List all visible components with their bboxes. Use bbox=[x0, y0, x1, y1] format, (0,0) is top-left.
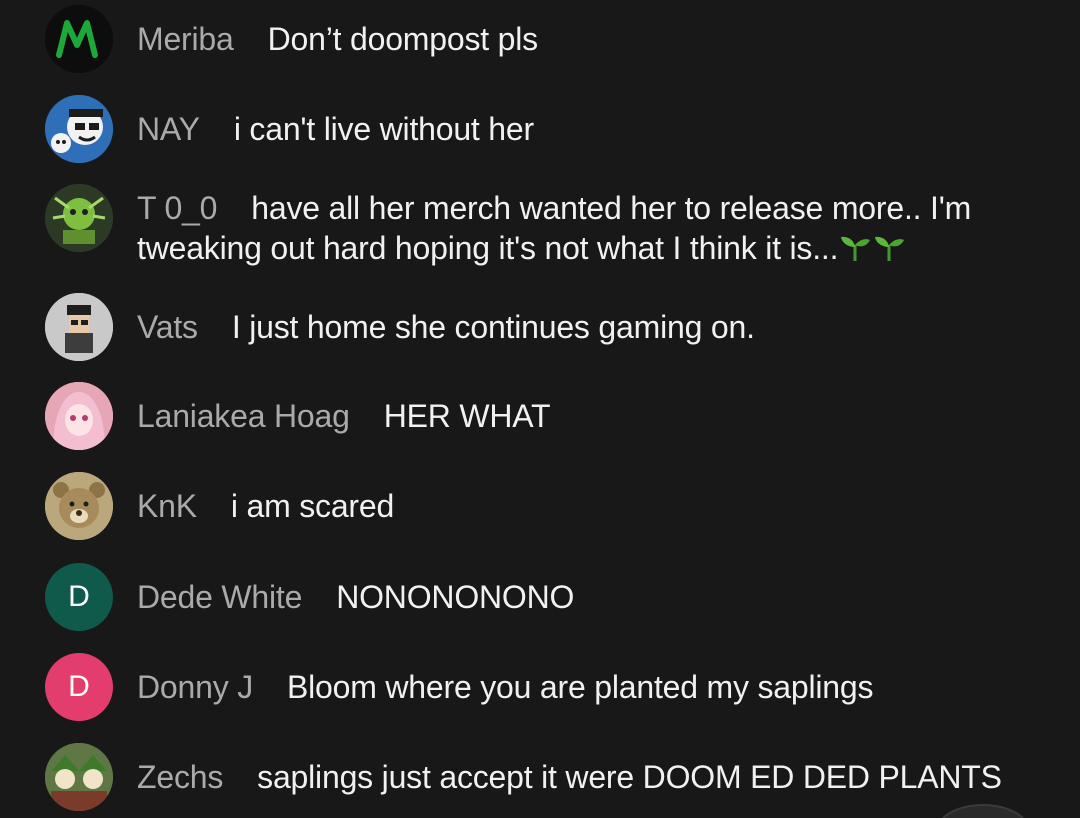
message-body: Bloom where you are planted my saplings bbox=[287, 669, 874, 705]
author-name[interactable]: KnK bbox=[137, 488, 197, 524]
author-name[interactable]: NAY bbox=[137, 111, 200, 147]
sprout-icon bbox=[872, 229, 906, 263]
message-body: Don’t doompost pls bbox=[267, 21, 539, 57]
author-name[interactable]: Zechs bbox=[137, 759, 223, 795]
pixel-character-icon bbox=[45, 293, 113, 361]
author-name[interactable]: Donny J bbox=[137, 669, 253, 705]
message-body: i can't live without her bbox=[233, 111, 534, 147]
author-name[interactable]: Laniakea Hoag bbox=[137, 398, 350, 434]
cartoon-face-icon bbox=[45, 95, 113, 163]
author-name[interactable]: Dede White bbox=[137, 579, 302, 615]
message-text: Laniakea Hoag HER WHAT bbox=[137, 396, 1040, 436]
live-chat-list: Meriba Don’t doompost pls NAY i can't live… bbox=[0, 0, 1080, 818]
scroll-to-bottom-button[interactable] bbox=[936, 804, 1030, 818]
message-text: Vats I just home she continues gaming on. bbox=[137, 307, 1040, 347]
message-body: I just home she continues gaming on. bbox=[231, 309, 755, 345]
sprout-icon bbox=[838, 229, 872, 263]
message-body: i am scared bbox=[230, 488, 395, 524]
avatar[interactable] bbox=[45, 5, 113, 73]
avatar[interactable] bbox=[45, 184, 113, 252]
author-name[interactable]: Vats bbox=[137, 309, 198, 345]
message-body: NONONONONO bbox=[336, 579, 575, 615]
message-text: Meriba Don’t doompost pls bbox=[137, 19, 1040, 59]
author-name[interactable]: T 0_0 bbox=[137, 190, 217, 226]
avatar[interactable] bbox=[45, 472, 113, 540]
anime-girl-pink-icon bbox=[45, 382, 113, 450]
green-creature-icon bbox=[45, 184, 113, 252]
avatar-letter: D bbox=[68, 670, 90, 703]
message-text: Zechs saplings just accept it were DOOM E… bbox=[137, 757, 1040, 797]
message-text: Donny J Bloom where you are planted my sa… bbox=[137, 667, 1040, 707]
avatar-letter: D bbox=[68, 580, 90, 613]
avatar[interactable] bbox=[45, 382, 113, 450]
avatar[interactable]: D bbox=[45, 653, 113, 721]
avatar[interactable] bbox=[45, 293, 113, 361]
green-hat-characters-icon bbox=[45, 743, 113, 811]
message-text: T 0_0 have all her merch wanted her to re… bbox=[137, 188, 1040, 268]
message-text: NAY i can't live without her bbox=[137, 109, 1040, 149]
avatar[interactable]: D bbox=[45, 563, 113, 631]
message-body: saplings just accept it were DOOM ED DED… bbox=[257, 759, 1002, 795]
message-text: Dede White NONONONONO bbox=[137, 577, 1040, 617]
message-text: KnK i am scared bbox=[137, 486, 1040, 526]
message-body: HER WHAT bbox=[383, 398, 551, 434]
bear-face-icon bbox=[45, 472, 113, 540]
author-name[interactable]: Meriba bbox=[137, 21, 234, 57]
avatar[interactable] bbox=[45, 95, 113, 163]
green-m-logo-icon bbox=[45, 5, 113, 73]
avatar[interactable] bbox=[45, 743, 113, 811]
